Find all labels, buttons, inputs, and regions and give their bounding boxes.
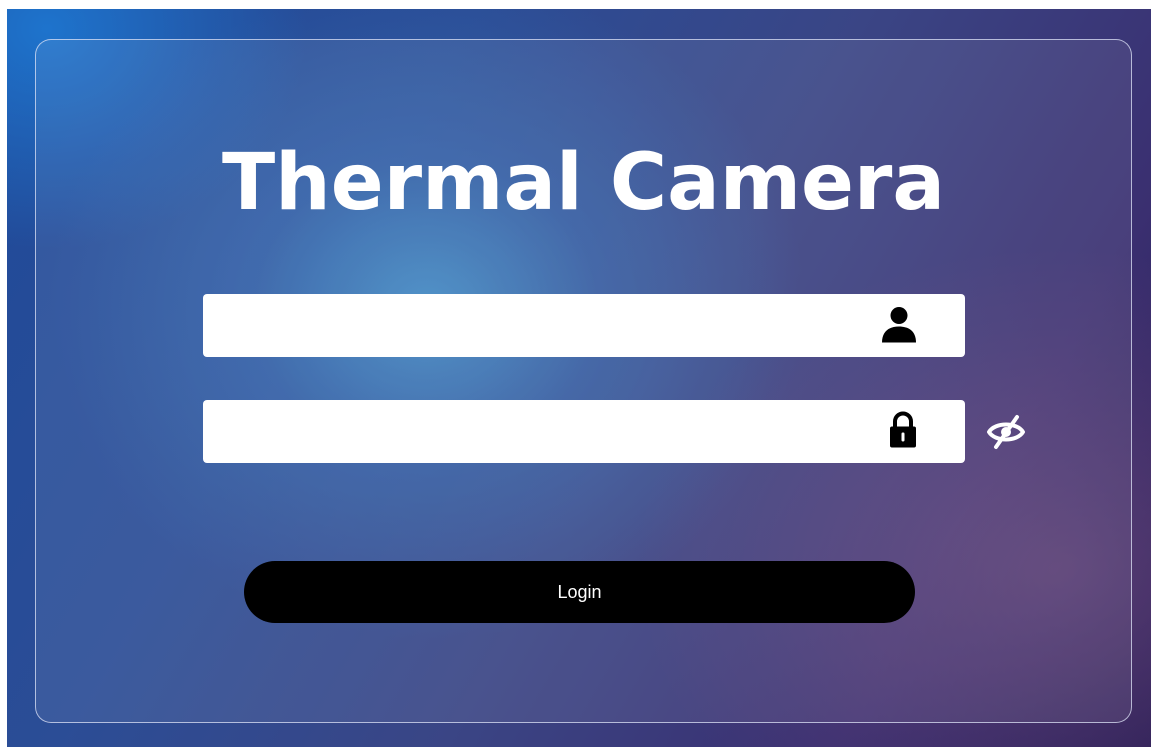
user-icon xyxy=(879,303,919,348)
login-background: Thermal Camera Login xyxy=(7,9,1151,747)
eye-slash-icon[interactable] xyxy=(986,412,1026,452)
lock-icon xyxy=(887,409,919,454)
login-card: Thermal Camera Login xyxy=(35,39,1132,723)
password-input[interactable] xyxy=(203,400,965,463)
username-field[interactable] xyxy=(203,294,965,357)
login-button[interactable]: Login xyxy=(244,561,915,623)
password-field[interactable] xyxy=(203,400,965,463)
page-title: Thermal Camera xyxy=(221,138,946,228)
username-input[interactable] xyxy=(203,294,965,357)
